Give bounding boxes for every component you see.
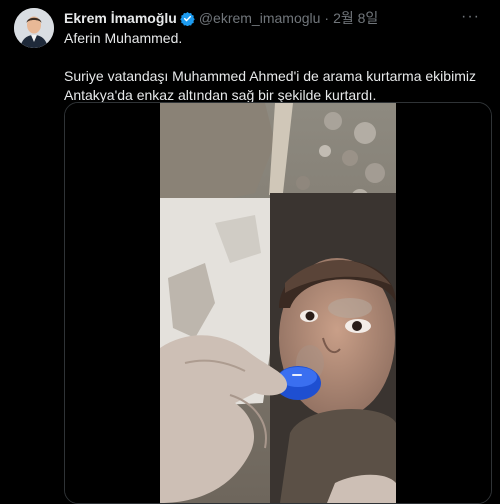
more-options-icon[interactable]: ···	[461, 8, 480, 26]
tweet-text: Aferin Muhammed. Suriye vatandaşı Muhamm…	[64, 29, 488, 105]
avatar-image	[14, 8, 54, 48]
separator-dot: ·	[324, 10, 330, 26]
verified-badge-icon	[180, 11, 195, 26]
tweet-media[interactable]	[64, 102, 492, 504]
author-avatar[interactable]	[14, 8, 54, 48]
author-handle[interactable]: @ekrem_imamoglu	[199, 10, 321, 26]
tweet-text-line: Aferin Muhammed.	[64, 30, 183, 46]
tweet-date[interactable]: 2월 8일	[333, 8, 378, 28]
tweet-header: Ekrem İmamoğlu @ekrem_imamoglu · 2월 8일 ·…	[64, 8, 490, 28]
tweet-text-line: Suriye vatandaşı Muhammed Ahmed'i de ara…	[64, 68, 476, 103]
author-name[interactable]: Ekrem İmamoğlu	[64, 10, 177, 26]
rescue-photo	[65, 103, 491, 503]
